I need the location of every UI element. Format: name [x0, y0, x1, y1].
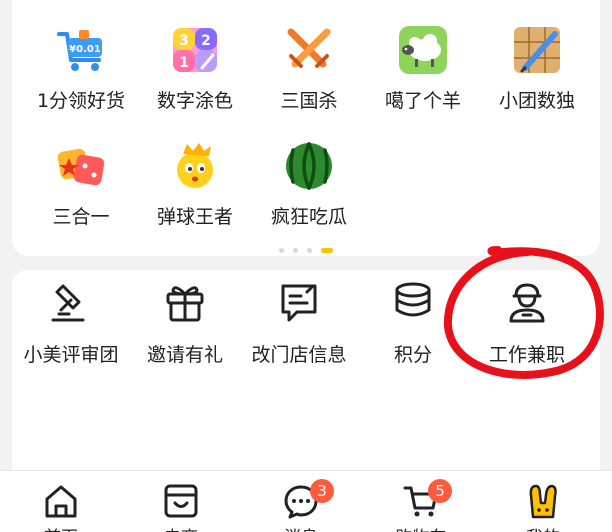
worker-icon [509, 283, 545, 323]
tool-yaoqing-youli[interactable]: 邀请有礼 [126, 270, 244, 380]
game-label: 噶了个羊 [384, 90, 461, 112]
cart-badge: 5 [428, 479, 452, 503]
tab-cart[interactable]: 5 购物车 [362, 471, 480, 532]
game-shuzi-tuse[interactable]: 3 2 1 数字涂色 [136, 24, 254, 144]
digit-3: 3 [179, 33, 189, 49]
game-label: 弹球王者 [156, 206, 233, 228]
game-label: 疯狂吃瓜 [270, 206, 347, 228]
page-dot [307, 248, 313, 253]
game-label: 三合一 [52, 206, 110, 228]
tab-ecommerce[interactable]: 电商 [122, 471, 240, 532]
digit-1: 1 [179, 55, 189, 71]
crossed-swords-icon [287, 28, 331, 68]
tab-label: 首页 [2, 523, 120, 532]
crowned-ball-icon [177, 143, 213, 188]
bottom-tab-bar: 首页 电商 3 消息 5 购物车 我的 [0, 470, 612, 532]
game-label: 三国杀 [280, 90, 338, 112]
game-ga-le-ge-yang[interactable]: 噶了个羊 [364, 24, 482, 144]
tab-label: 我的 [484, 523, 602, 532]
game-label: 小团数独 [498, 90, 575, 112]
page-dot [292, 248, 298, 253]
tool-label: 小美评审团 [23, 344, 119, 366]
game-sanguosha[interactable]: 三国杀 [250, 24, 368, 144]
tool-gai-mendian-xinxi[interactable]: 改门店信息 [240, 270, 358, 380]
home-icon [45, 485, 77, 518]
game-label: 数字涂色 [156, 90, 233, 112]
game-1fen-haohuo[interactable]: ¥0.01 1分领好货 [22, 24, 140, 144]
tab-home[interactable]: 首页 [2, 471, 120, 532]
page-dot [278, 248, 284, 253]
tools-card: 小美评审团 邀请有礼 改门店信息 积分 工作兼职 [12, 270, 600, 470]
coin-stack-icon [395, 282, 431, 317]
unread-badge: 3 [310, 479, 334, 503]
tab-messages[interactable]: 3 消息 [242, 471, 360, 532]
shop-box-icon [164, 484, 198, 518]
price-tag: ¥0.01 [69, 44, 101, 55]
watermelon-icon [286, 142, 332, 190]
page-indicator [12, 240, 600, 259]
digit-2: 2 [201, 33, 211, 49]
tool-gongzuo-jianzhi[interactable]: 工作兼职 [468, 270, 586, 380]
game-xiaotuan-shudu[interactable]: 小团数独 [478, 24, 596, 144]
tool-label: 改门店信息 [251, 344, 347, 366]
edit-message-icon [281, 284, 317, 322]
rabbit-mascot-icon [529, 484, 557, 519]
number-color-icon: 3 2 1 [173, 28, 217, 72]
gavel-icon [51, 284, 85, 322]
dice-icon [57, 148, 105, 186]
tool-label: 工作兼职 [488, 344, 565, 366]
cart-coin-icon: ¥0.01 [57, 30, 102, 71]
tool-jifen[interactable]: 积分 [354, 270, 472, 380]
sudoku-pencil-icon [514, 27, 560, 73]
tab-label: 电商 [122, 523, 240, 532]
games-card: ¥0.01 1分领好货 3 2 1 数字涂色 三国杀 噶了个羊 小团数独 三合一… [12, 0, 600, 256]
game-label: 1分领好货 [36, 90, 126, 112]
tab-label: 消息 [242, 523, 360, 532]
gift-icon [166, 286, 204, 322]
tab-label: 购物车 [362, 523, 480, 532]
tab-mine[interactable]: 我的 [484, 471, 602, 532]
tool-label: 积分 [393, 344, 432, 366]
tool-xiaomei-pingshentuan[interactable]: 小美评审团 [12, 270, 130, 380]
page-dot-active [321, 248, 334, 253]
tool-label: 邀请有礼 [146, 344, 223, 366]
sheep-icon [399, 26, 447, 74]
